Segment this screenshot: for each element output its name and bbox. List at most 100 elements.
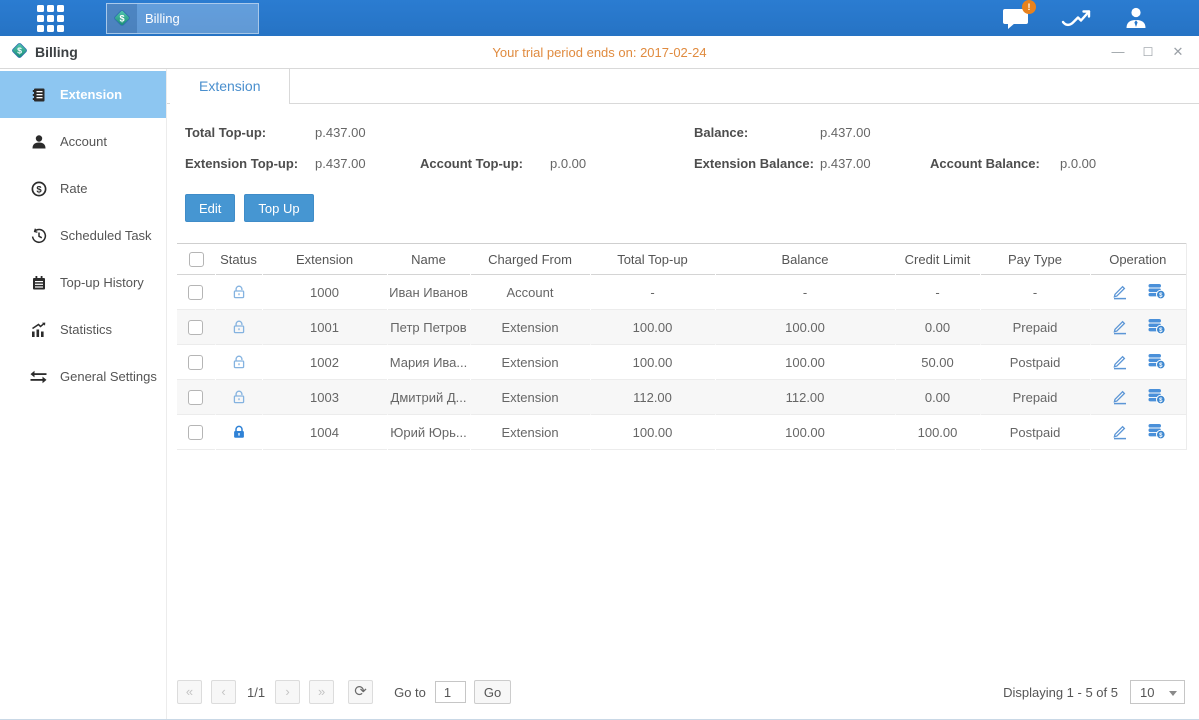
cell-pay-type: - — [980, 275, 1090, 310]
cell-balance: 100.00 — [715, 415, 895, 450]
status-lock-icon — [231, 319, 247, 334]
status-lock-icon — [231, 284, 247, 299]
cell-total-topup: 112.00 — [590, 380, 715, 415]
col-charged-from: Charged From — [470, 244, 590, 275]
topup-icon[interactable]: $ — [1147, 422, 1166, 443]
status-lock-icon — [231, 389, 247, 404]
extension-table: Status Extension Name Charged From Total… — [177, 243, 1186, 450]
rate-icon: $ — [30, 181, 47, 197]
sidebar-item-label: Extension — [60, 87, 122, 102]
row-checkbox[interactable] — [188, 390, 203, 405]
edit-icon[interactable] — [1111, 352, 1129, 373]
cell-pay-type: Postpaid — [980, 345, 1090, 380]
balance-value: p.437.00 — [820, 125, 871, 140]
cell-extension: 1003 — [262, 380, 387, 415]
notification-badge: ! — [1022, 0, 1036, 14]
statistics-icon — [30, 322, 47, 338]
user-account-icon[interactable] — [1123, 6, 1149, 30]
cell-extension: 1002 — [262, 345, 387, 380]
cell-extension: 1000 — [262, 275, 387, 310]
col-credit-limit: Credit Limit — [895, 244, 980, 275]
maximize-icon[interactable]: ☐ — [1141, 45, 1155, 59]
cell-credit-limit: 100.00 — [895, 415, 980, 450]
row-checkbox[interactable] — [188, 425, 203, 440]
sidebar-item-label: General Settings — [60, 369, 157, 384]
status-lock-icon — [231, 354, 247, 369]
tab-strip: Extension — [167, 69, 1199, 104]
billing-diamond-icon: $ — [107, 4, 137, 33]
taskbar-tab-label: Billing — [137, 11, 180, 26]
edit-button[interactable]: Edit — [185, 194, 235, 222]
pagination-bar: « ‹ 1/1 › » ⟳ Go to Go Displaying 1 - 5 … — [167, 671, 1199, 719]
account-icon — [30, 134, 47, 150]
cell-total-topup: 100.00 — [590, 310, 715, 345]
sidebar-item-topup-history[interactable]: Top-up History — [0, 259, 166, 306]
sidebar-item-scheduled-task[interactable]: Scheduled Task — [0, 212, 166, 259]
extension-balance-value: p.437.00 — [820, 156, 930, 171]
goto-page-input[interactable] — [435, 681, 466, 703]
statistics-chart-icon[interactable] — [1061, 6, 1091, 30]
sidebar-item-rate[interactable]: $ Rate — [0, 165, 166, 212]
table-row: 1004Юрий Юрь...Extension100.00100.00100.… — [177, 415, 1186, 450]
cell-balance: 112.00 — [715, 380, 895, 415]
col-status: Status — [215, 244, 262, 275]
edit-icon[interactable] — [1111, 422, 1129, 443]
cell-balance: 100.00 — [715, 345, 895, 380]
row-checkbox[interactable] — [188, 285, 203, 300]
topup-icon[interactable]: $ — [1147, 317, 1166, 338]
page-size-select[interactable]: 10 — [1130, 680, 1185, 704]
taskbar-tab-billing[interactable]: $ Billing — [106, 3, 259, 34]
scheduled-task-icon — [30, 228, 47, 244]
edit-icon[interactable] — [1111, 387, 1129, 408]
topup-icon[interactable]: $ — [1147, 282, 1166, 303]
col-name: Name — [387, 244, 470, 275]
topup-icon[interactable]: $ — [1147, 352, 1166, 373]
cell-name: Мария Ива... — [387, 345, 470, 380]
cell-balance: 100.00 — [715, 310, 895, 345]
sidebar-item-label: Scheduled Task — [60, 228, 152, 243]
close-icon[interactable]: ✕ — [1171, 45, 1185, 59]
minimize-icon[interactable]: — — [1111, 45, 1125, 59]
go-button[interactable]: Go — [474, 680, 511, 704]
tab-extension[interactable]: Extension — [170, 69, 290, 104]
first-page-button[interactable]: « — [177, 680, 202, 704]
topup-history-icon — [30, 275, 47, 291]
refresh-icon[interactable]: ⟳ — [348, 680, 373, 704]
cell-charged-from: Account — [470, 275, 590, 310]
sidebar-item-label: Statistics — [60, 322, 112, 337]
prev-page-button[interactable]: ‹ — [211, 680, 236, 704]
account-topup-label: Account Top-up: — [420, 156, 550, 171]
row-checkbox[interactable] — [188, 355, 203, 370]
sidebar-item-statistics[interactable]: Statistics — [0, 306, 166, 353]
page-info: 1/1 — [247, 685, 265, 700]
top-up-button[interactable]: Top Up — [244, 194, 313, 222]
general-settings-icon — [30, 369, 47, 385]
main-content: Extension Total Top-up: p.437.00 Balance… — [167, 69, 1199, 719]
cell-name: Юрий Юрь... — [387, 415, 470, 450]
sidebar-item-extension[interactable]: Extension — [0, 71, 166, 118]
cell-extension: 1001 — [262, 310, 387, 345]
edit-icon[interactable] — [1111, 282, 1129, 303]
row-checkbox[interactable] — [188, 320, 203, 335]
edit-icon[interactable] — [1111, 317, 1129, 338]
cell-pay-type: Postpaid — [980, 415, 1090, 450]
extension-icon — [30, 87, 47, 103]
cell-total-topup: - — [590, 275, 715, 310]
cell-credit-limit: 50.00 — [895, 345, 980, 380]
cell-charged-from: Extension — [470, 310, 590, 345]
last-page-button[interactable]: » — [309, 680, 334, 704]
sidebar-item-account[interactable]: Account — [0, 118, 166, 165]
next-page-button[interactable]: › — [275, 680, 300, 704]
cell-charged-from: Extension — [470, 380, 590, 415]
page-size-value: 10 — [1140, 685, 1154, 700]
select-all-checkbox[interactable] — [189, 252, 204, 267]
topup-icon[interactable]: $ — [1147, 387, 1166, 408]
trial-message: Your trial period ends on: 2017-02-24 — [0, 45, 1199, 60]
svg-text:$: $ — [36, 184, 42, 195]
cell-balance: - — [715, 275, 895, 310]
cell-name: Иван Иванов — [387, 275, 470, 310]
messages-icon[interactable]: ! — [1002, 6, 1029, 30]
app-grid-icon[interactable] — [37, 5, 64, 32]
sidebar-item-general-settings[interactable]: General Settings — [0, 353, 166, 400]
window-title: Billing — [35, 44, 78, 60]
